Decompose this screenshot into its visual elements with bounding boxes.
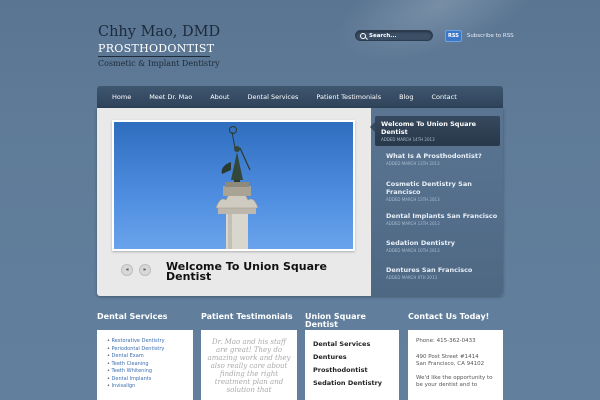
search-input[interactable] <box>369 32 429 39</box>
slider-prev-button[interactable]: ◂ <box>121 264 133 276</box>
post-date: ADDED MARCH 14TH 2013 <box>381 137 435 142</box>
featured-slider: ◂ ▸ Welcome To Union Square Dentist Welc… <box>97 108 503 296</box>
testimonials-heading: Patient Testimonials <box>201 312 293 321</box>
post-title: Welcome To Union Square Dentist <box>381 120 477 136</box>
services-column: Dental Services <box>97 313 193 321</box>
testimonials-column: Patient Testimonials <box>201 313 297 321</box>
post-title: Dentures San Francisco <box>386 266 473 274</box>
post-date: ADDED MARCH 9TH 2013 <box>386 275 438 280</box>
services-heading: Dental Services <box>97 312 168 321</box>
post-list-panel: Welcome To Union Square Dentist ADDED MA… <box>370 108 503 296</box>
contact-address-line1: 490 Post Street #1414 <box>416 354 479 360</box>
search-box[interactable] <box>355 30 433 41</box>
post-item[interactable]: Dental Implants San Francisco ADDED MARC… <box>386 212 503 226</box>
post-item[interactable]: Dentures San Francisco ADDED MARCH 9TH 2… <box>386 266 503 280</box>
services-list: Restorative Dentistry Periodontal Dentis… <box>97 330 193 391</box>
union-square-link[interactable]: Sedation Dentistry <box>313 377 399 390</box>
post-title: Cosmetic Dentistry San Francisco <box>386 180 472 196</box>
union-square-heading: Union Square Dentist <box>305 312 366 329</box>
post-date: ADDED MARCH 13TH 2013 <box>386 197 440 202</box>
union-square-column: Union Square Dentist <box>305 313 399 329</box>
nav-item-blog[interactable]: Blog <box>390 93 422 101</box>
contact-column: Contact Us Today! <box>408 313 503 321</box>
services-card: Restorative Dentistry Periodontal Dentis… <box>97 330 193 400</box>
union-square-card: Dental Services Dentures Prosthodontist … <box>305 330 399 400</box>
services-link[interactable]: Periodontal Dentistry <box>107 346 193 354</box>
rss-icon[interactable]: RSS <box>445 30 462 42</box>
logo-subtitle: Cosmetic & Implant Dentistry <box>98 59 220 68</box>
contact-address-line2: San Francisco, CA 94102 <box>416 361 485 367</box>
nav-item-home[interactable]: Home <box>103 93 140 101</box>
services-link[interactable]: Dental Exam <box>107 353 193 361</box>
nav-item-about[interactable]: About <box>201 93 238 101</box>
services-link[interactable]: Teeth Whitening <box>107 368 193 376</box>
post-item[interactable]: Sedation Dentistry ADDED MARCH 10TH 2013 <box>386 239 503 253</box>
nav-item-meet-dr-mao[interactable]: Meet Dr. Mao <box>140 93 201 101</box>
contact-card: Phone: 415-362-0433 490 Post Street #141… <box>408 330 503 400</box>
post-item-active[interactable]: Welcome To Union Square Dentist ADDED MA… <box>370 116 500 146</box>
dewey-monument-image <box>215 126 259 249</box>
post-item[interactable]: Cosmetic Dentistry San Francisco ADDED M… <box>386 180 503 202</box>
nav-item-contact[interactable]: Contact <box>422 93 465 101</box>
contact-note: We'd like the opportunity to be your den… <box>416 375 493 388</box>
logo-name: Chhy Mao, DMD <box>98 24 221 40</box>
contact-phone: Phone: 415-362-0433 <box>416 338 476 344</box>
post-date: ADDED MARCH 13TH 2013 <box>386 161 440 166</box>
nav-item-dental-services[interactable]: Dental Services <box>238 93 307 101</box>
main-nav: Home Meet Dr. Mao About Dental Services … <box>97 86 503 108</box>
site-logo[interactable]: Chhy Mao, DMD PROSTHODONTIST Cosmetic & … <box>98 24 221 68</box>
post-title: What Is A Prosthodontist? <box>386 152 482 160</box>
slide-title[interactable]: Welcome To Union Square Dentist <box>166 261 346 282</box>
slider-next-button[interactable]: ▸ <box>139 264 151 276</box>
union-square-link[interactable]: Dental Services <box>313 338 399 351</box>
search-icon <box>360 32 366 39</box>
post-title: Dental Implants San Francisco <box>386 212 498 220</box>
services-link[interactable]: Teeth Cleaning <box>107 361 193 369</box>
post-title: Sedation Dentistry <box>386 239 456 247</box>
nav-item-patient-testimonials[interactable]: Patient Testimonials <box>307 93 390 101</box>
background-glow <box>321 0 559 85</box>
services-link[interactable]: Invisalign <box>107 383 193 391</box>
post-date: ADDED MARCH 10TH 2013 <box>386 248 440 253</box>
post-date: ADDED MARCH 13TH 2013 <box>386 221 440 226</box>
services-link[interactable]: Dental Implants <box>107 376 193 384</box>
services-link[interactable]: Restorative Dentistry <box>107 338 193 346</box>
testimonials-card: Dr. Mao and his staff are great! They do… <box>201 330 297 400</box>
testimonial-quote: Dr. Mao and his staff are great! They do… <box>207 338 291 394</box>
rss-label[interactable]: Subscribe to RSS <box>467 33 514 39</box>
union-square-list: Dental Services Dentures Prosthodontist … <box>305 330 399 390</box>
union-square-link[interactable]: Dentures <box>313 351 399 364</box>
union-square-link[interactable]: Prosthodontist <box>313 364 399 377</box>
rss-subscribe[interactable]: RSS Subscribe to RSS <box>445 30 514 42</box>
post-item[interactable]: What Is A Prosthodontist? ADDED MARCH 13… <box>386 152 503 166</box>
logo-title: PROSTHODONTIST <box>98 42 215 57</box>
contact-heading: Contact Us Today! <box>408 312 490 321</box>
slide-image[interactable] <box>112 120 355 251</box>
